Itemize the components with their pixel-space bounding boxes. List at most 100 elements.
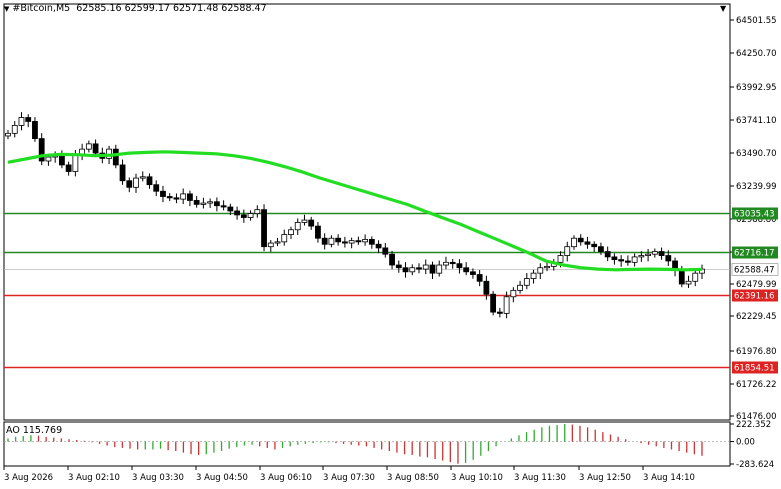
- y-tick-label: 61976.80: [736, 347, 777, 357]
- candle-body: [288, 229, 294, 235]
- x-tick-label: 3 Aug 03:30: [132, 473, 184, 483]
- candle-body: [173, 197, 180, 200]
- y-tick-label: 64501.55: [736, 16, 777, 26]
- candle-body: [281, 234, 288, 243]
- candle-body: [187, 193, 193, 201]
- candle-body: [510, 289, 517, 298]
- candle-body: [651, 251, 658, 255]
- candle-body: [571, 237, 577, 248]
- x-tick-label: 3 Aug 11:30: [514, 473, 566, 483]
- ao-tick-label: 222.352: [736, 420, 771, 430]
- candle-body: [685, 280, 692, 285]
- candle-body: [301, 219, 308, 223]
- candle-body: [523, 278, 530, 286]
- ao-indicator-label: AO 115.769: [6, 425, 63, 436]
- candle-body: [193, 200, 200, 205]
- level-label: 63035.43: [734, 210, 775, 220]
- candle-body: [409, 267, 416, 273]
- ohlc-label: 62585.16 62599.17 62571.48 62588.47: [76, 3, 267, 14]
- x-tick-label: 3 Aug 04:50: [196, 473, 248, 483]
- candle-body: [348, 240, 355, 244]
- candle-body: [267, 242, 274, 248]
- candle-body: [476, 274, 483, 282]
- candle-body: [564, 246, 571, 256]
- candle-body: [335, 237, 342, 243]
- candle-body: [604, 251, 611, 258]
- candle-body: [119, 164, 126, 182]
- candle-body: [470, 271, 476, 275]
- candle-body: [389, 253, 395, 266]
- candle-body: [341, 241, 348, 244]
- candle-body: [496, 311, 503, 314]
- candle-body: [449, 261, 456, 265]
- candle-body: [591, 243, 598, 248]
- candle-body: [11, 125, 18, 134]
- candle-body: [692, 272, 699, 282]
- candle-body: [234, 210, 240, 216]
- candle-body: [368, 239, 375, 245]
- candle-body: [220, 205, 227, 208]
- candle-body: [254, 209, 261, 214]
- x-tick-label: 3 Aug 10:10: [451, 473, 503, 483]
- chart-canvas[interactable]: 64501.55 64250.70 63992.95 63741.10 63490.70…: [0, 0, 781, 489]
- candle-body: [645, 253, 651, 256]
- candle-body: [375, 243, 382, 249]
- candle-body: [355, 240, 362, 243]
- ao-tick-label: 0.00: [736, 438, 755, 448]
- x-tick-label: 3 Aug 12:50: [579, 473, 631, 483]
- candle-body: [429, 264, 436, 274]
- candle-body: [72, 154, 79, 172]
- x-tick-label: 3 Aug 02:10: [68, 473, 120, 483]
- ao-tick-label: -283.624: [736, 460, 774, 470]
- candle-body: [247, 213, 254, 218]
- level-label: 61854.51: [734, 364, 775, 374]
- candle-body: [240, 214, 247, 218]
- candle-body: [402, 267, 409, 273]
- candle-body: [294, 222, 301, 231]
- candle-body: [207, 201, 214, 204]
- candle-body: [213, 201, 220, 207]
- candle-body: [146, 176, 153, 186]
- candle-body: [59, 155, 65, 166]
- candle-body: [624, 260, 631, 263]
- candle-body: [274, 241, 281, 244]
- chart-shift-icon[interactable]: ▼: [720, 4, 726, 13]
- candle-body: [490, 293, 497, 313]
- candle-body: [483, 280, 490, 295]
- y-tick-label: 62229.45: [736, 312, 777, 322]
- candle-body: [65, 164, 72, 172]
- candle-body: [544, 265, 550, 269]
- x-tick-label: 3 Aug 07:30: [323, 473, 375, 483]
- x-tick-label: 3 Aug 2026: [4, 473, 53, 483]
- candle-body: [328, 237, 335, 245]
- candle-body: [530, 272, 537, 279]
- candle-body: [443, 261, 449, 266]
- collapse-triangle-icon[interactable]: ▼: [4, 5, 9, 13]
- y-tick-label: 61726.22: [736, 380, 777, 390]
- candle-body: [227, 206, 234, 212]
- candle-body: [153, 184, 160, 192]
- y-tick-label: 63490.70: [736, 149, 777, 159]
- candle-body: [32, 121, 38, 139]
- chart-title: ▼ #Bitcoin,M5 62585.16 62599.17 62571.48 …: [4, 3, 267, 14]
- candle-body: [463, 267, 470, 273]
- symbol-label: #Bitcoin,M5: [12, 3, 71, 14]
- y-tick-label: 63741.10: [736, 116, 777, 126]
- candle-body: [200, 202, 207, 205]
- candle-body: [638, 255, 645, 258]
- y-tick-label: 63239.99: [736, 182, 777, 192]
- candle-body: [180, 193, 187, 200]
- candle-body: [598, 246, 604, 252]
- candle-body: [658, 251, 665, 256]
- candle-body: [126, 180, 133, 188]
- candle-body: [503, 296, 510, 314]
- candle-body: [45, 156, 52, 162]
- candle-body: [517, 284, 523, 291]
- x-tick-label: 3 Aug 06:10: [260, 473, 312, 483]
- candle-body: [139, 176, 146, 179]
- main-pane-frame: [3, 3, 731, 421]
- y-tick-label: 62479.99: [736, 280, 777, 290]
- candle-body: [382, 247, 389, 255]
- candle-body: [315, 225, 321, 239]
- candle-body: [308, 219, 315, 227]
